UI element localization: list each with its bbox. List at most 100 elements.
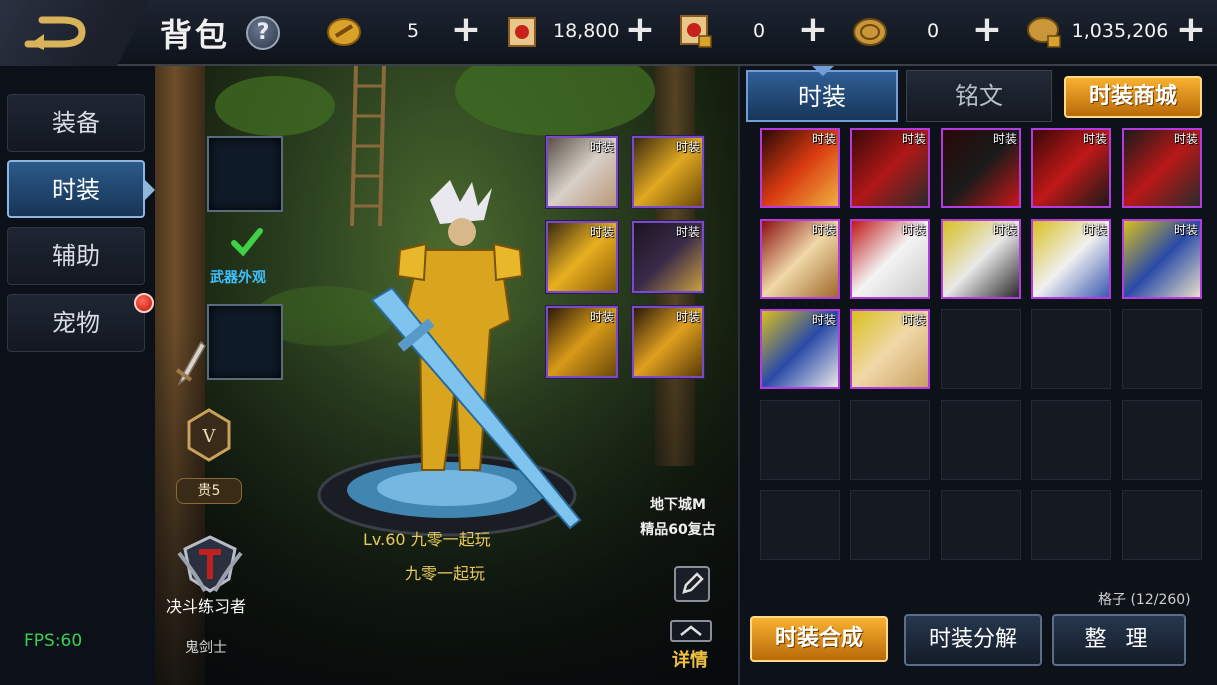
add-currency-button[interactable]: + (796, 12, 830, 48)
inventory-slot[interactable]: 时装 (1031, 128, 1111, 208)
tab-fashion-label: 时装 (798, 83, 846, 111)
fashion-tag: 时装 (589, 225, 614, 239)
fashion-decompose-button[interactable]: 时装分解 (904, 614, 1042, 666)
inventory-slot[interactable]: 时装 (760, 219, 840, 299)
back-button[interactable] (0, 0, 150, 66)
add-currency-button[interactable]: + (623, 12, 657, 48)
active-arrow-icon (145, 180, 155, 200)
fashion-tag: 时装 (1082, 132, 1107, 146)
equipped-slot-hair[interactable]: 时装 (546, 136, 618, 208)
rank-badge-icon[interactable] (175, 533, 245, 595)
inventory-slot[interactable]: 时装 (760, 309, 840, 389)
secondary-appearance-slot[interactable] (207, 304, 283, 380)
currency-bronze-coin: 0 + (851, 12, 1011, 52)
inventory-slot-empty[interactable] (1122, 400, 1202, 480)
inventory-slot-empty[interactable] (850, 400, 930, 480)
fashion-shop-button[interactable]: 时装商城 (1064, 76, 1202, 118)
server-name-line1: 地下城M (650, 497, 706, 513)
server-name-line2: 精品60复古 (640, 522, 716, 538)
inventory-slot[interactable]: 时装 (850, 128, 930, 208)
fashion-tag: 时装 (811, 132, 836, 146)
gold-token-icon (327, 18, 361, 46)
vip-badge-icon[interactable]: V (186, 408, 232, 462)
checkmark-icon[interactable] (230, 225, 264, 259)
inventory-slot-empty[interactable] (1122, 309, 1202, 389)
locked-coin-icon (1027, 17, 1061, 48)
currency-value: 0 (752, 20, 766, 42)
nav-fashion-label: 时装 (52, 176, 100, 204)
fashion-tag: 时装 (901, 313, 926, 327)
inventory-slot-empty[interactable] (850, 490, 930, 560)
detail-label[interactable]: 详情 (672, 646, 708, 672)
fashion-tag: 时装 (1173, 223, 1198, 237)
fashion-tag: 时装 (901, 223, 926, 237)
pencil-icon (682, 572, 704, 594)
tab-notch-icon (812, 66, 834, 76)
vip-letter: V (202, 426, 217, 447)
currency-locked-scroll: 0 + (677, 12, 837, 52)
inventory-slot[interactable]: 时装 (1031, 219, 1111, 299)
currency-locked-coin: 1,035,206 + (1026, 12, 1216, 52)
nav-fashion[interactable]: 时装 (7, 160, 155, 218)
nav-assist[interactable]: 辅助 (7, 227, 145, 285)
inventory-slot-empty[interactable] (941, 400, 1021, 480)
sword-icon (175, 340, 206, 387)
inventory-slot-empty[interactable] (1031, 490, 1111, 560)
equipped-slot-boots[interactable]: 时装 (632, 306, 704, 378)
weapon-appearance-slot[interactable] (207, 136, 283, 212)
nav-equipment[interactable]: 装备 (7, 94, 145, 152)
locked-scroll-icon (680, 15, 712, 48)
red-scroll-icon (508, 17, 536, 47)
inventory-slot[interactable]: 时装 (941, 219, 1021, 299)
inventory-slot-empty[interactable] (1031, 400, 1111, 480)
currency-value: 0 (926, 20, 940, 42)
help-icon[interactable]: ? (246, 16, 280, 50)
tab-fashion[interactable]: 时装 (746, 66, 898, 122)
currency-value: 1,035,206 (1071, 20, 1169, 42)
character-level-line: Lv.60 九零一起玩 (363, 530, 491, 549)
inventory-slot[interactable]: 时装 (941, 128, 1021, 208)
fashion-tag: 时装 (992, 132, 1017, 146)
fashion-tag: 时装 (811, 313, 836, 327)
fashion-tag: 时装 (1173, 132, 1198, 146)
fashion-tag: 时装 (992, 223, 1017, 237)
inventory-slot[interactable]: 时装 (850, 219, 930, 299)
chevron-up-icon (680, 625, 702, 636)
equipped-slot-helmet[interactable]: 时装 (632, 136, 704, 208)
inventory-panel: 时装 铭文 时装商城 时装 时装 时装 时装 时装 时装 时装 时装 时装 时装… (738, 66, 1217, 685)
notification-dot-icon (134, 293, 154, 313)
add-currency-button[interactable]: + (449, 12, 483, 48)
character-name: 九零一起玩 (405, 564, 486, 583)
detail-toggle-button[interactable] (670, 620, 712, 642)
inventory-slot[interactable]: 时装 (760, 128, 840, 208)
inventory-slot-empty[interactable] (941, 490, 1021, 560)
inventory-slot[interactable]: 时装 (1122, 128, 1202, 208)
inventory-slot[interactable]: 时装 (850, 309, 930, 389)
fashion-tag: 时装 (675, 140, 700, 154)
fps-counter: FPS:60 (24, 631, 83, 651)
edit-button[interactable] (674, 566, 710, 602)
inventory-slot-empty[interactable] (760, 490, 840, 560)
equipped-slot-coat[interactable]: 时装 (546, 306, 618, 378)
fashion-synthesis-button[interactable]: 时装合成 (750, 616, 888, 662)
top-bar: 背包 ? 5 + 18,800 + 0 + 0 + 1,035,206 + (0, 0, 1217, 66)
currency-value: 5 (406, 20, 420, 42)
currency-value: 18,800 (553, 20, 620, 42)
page-title: 背包 (160, 16, 231, 54)
inventory-slot-empty[interactable] (941, 309, 1021, 389)
equipped-slot-pants[interactable]: 时装 (632, 221, 704, 293)
fashion-tag: 时装 (675, 310, 700, 324)
equipped-slot-shoulder[interactable]: 时装 (546, 221, 618, 293)
fashion-tag: 时装 (811, 223, 836, 237)
inventory-slot-empty[interactable] (1031, 309, 1111, 389)
tab-inscription[interactable]: 铭文 (906, 70, 1052, 122)
add-currency-button[interactable]: + (970, 12, 1004, 48)
inventory-slot[interactable]: 时装 (1122, 219, 1202, 299)
nav-pet[interactable]: 宠物 (7, 294, 145, 352)
inventory-slot-empty[interactable] (760, 400, 840, 480)
add-currency-button[interactable]: + (1174, 12, 1208, 48)
weapon-appearance-label: 武器外观 (210, 270, 266, 286)
inventory-slot-empty[interactable] (1122, 490, 1202, 560)
sort-button[interactable]: 整 理 (1052, 614, 1186, 666)
back-arrow-icon (24, 16, 86, 50)
